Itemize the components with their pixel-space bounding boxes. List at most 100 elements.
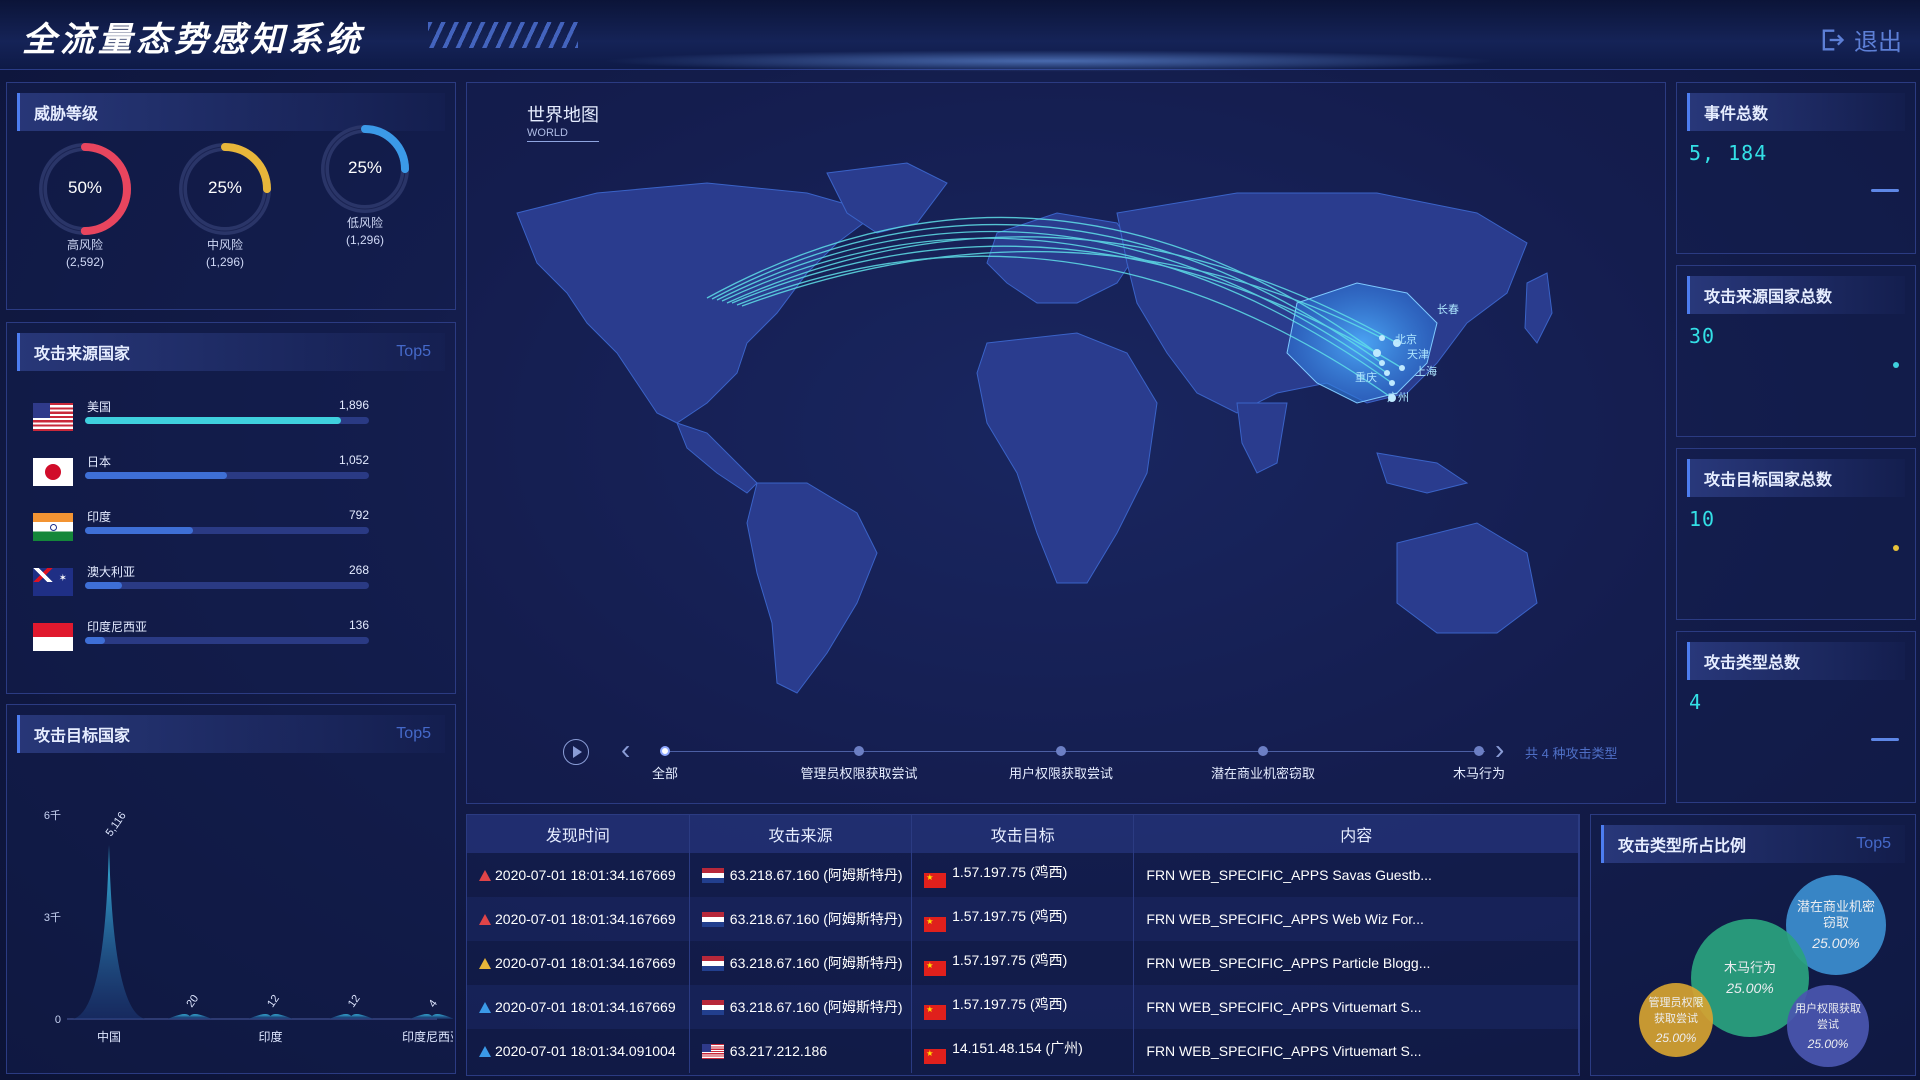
stat-value: 30 — [1689, 324, 1716, 348]
y-tick-label: 3千 — [44, 911, 61, 924]
timeline-label[interactable]: 管理员权限获取尝试 — [794, 765, 924, 782]
country-name: 澳大利亚 — [87, 565, 136, 579]
flag-icon: ✶ — [33, 568, 73, 596]
data-label: 12 — [265, 993, 282, 1010]
timeline-node[interactable] — [1474, 746, 1484, 756]
area-peak[interactable] — [167, 1014, 212, 1019]
target-countries-chart: 0 3千 6千 5,116 中国 20 12 印度 12 4 印度尼西亚 — [44, 809, 453, 1044]
attack-type-bubble[interactable]: 用户权限获取尝试 25.00% — [1787, 985, 1869, 1067]
timeline-label[interactable]: 全部 — [600, 765, 730, 782]
source-flag-icon — [701, 868, 724, 883]
target-flag-icon: ★ — [924, 917, 947, 932]
header-glow — [600, 50, 1500, 72]
timeline-summary: 共 4 种攻击类型 — [1525, 746, 1618, 761]
time-cell: 2020-07-01 18:01:34.167669 — [467, 941, 690, 985]
timeline-node[interactable] — [854, 746, 864, 756]
gauge-label: 高风险 — [66, 238, 103, 252]
category-label: 印度 — [258, 1029, 282, 1044]
flag-icon — [33, 513, 73, 541]
warning-icon — [479, 1046, 491, 1057]
data-label: 12 — [346, 993, 363, 1010]
stat-title: 事件总数 — [1704, 106, 1769, 123]
timeline-prev-button[interactable]: ‹ — [621, 736, 641, 765]
source-flag-icon — [701, 1000, 724, 1015]
y-tick-label: 6千 — [44, 809, 61, 822]
attack-type-ratio-title: 攻击类型所占比例 — [1618, 838, 1747, 855]
table-row[interactable]: 2020-07-01 18:01:34.167669 63.218.67.160… — [467, 941, 1579, 985]
stat-title: 攻击目标国家总数 — [1704, 472, 1833, 489]
play-button[interactable] — [563, 739, 589, 765]
timeline-node[interactable] — [1258, 746, 1268, 756]
source-country-row[interactable]: 印度 792 — [25, 503, 381, 549]
header-bar: 全流量态势感知系统 退出 — [0, 0, 1920, 72]
stat-indicator — [1893, 545, 1899, 551]
world-map[interactable]: 北京天津重庆 上海广州 长春 — [477, 153, 1657, 713]
column-header[interactable]: 攻击目标 — [911, 815, 1135, 853]
header-decoration — [428, 22, 578, 48]
stat-value: 5, 184 — [1689, 141, 1768, 165]
flag-icon — [33, 623, 73, 651]
data-label: 4 — [427, 998, 440, 1010]
area-peak[interactable] — [248, 1014, 293, 1019]
time-cell: 2020-07-01 18:01:34.091004 — [467, 1029, 690, 1073]
bubble-label: 潜在商业机密窃取 — [1796, 899, 1875, 930]
target-top5-label: Top5 — [396, 725, 431, 742]
timeline-next-button[interactable]: › — [1495, 736, 1515, 765]
warning-icon — [479, 958, 491, 969]
attack-type-bubble[interactable]: 管理员权限获取尝试 25.00% — [1639, 983, 1713, 1057]
target-flag-icon: ★ — [924, 873, 947, 888]
column-header[interactable]: 发现时间 — [467, 815, 690, 853]
bubble-percent: 25.00% — [1726, 980, 1774, 996]
city-label: 广州 — [1387, 391, 1409, 404]
table-row[interactable]: 2020-07-01 18:01:34.167669 63.218.67.160… — [467, 897, 1579, 941]
timeline-label[interactable]: 木马行为 — [1414, 765, 1544, 782]
country-bar — [85, 472, 369, 479]
timeline-node[interactable] — [660, 746, 670, 756]
stat-indicator — [1893, 362, 1899, 368]
column-header[interactable]: 攻击来源 — [689, 815, 913, 853]
source-flag-icon — [701, 912, 724, 927]
stat-header: 事件总数 — [1687, 93, 1905, 131]
target-cell: ★ 1.57.197.75 (鸡西) — [911, 941, 1135, 985]
area-peak[interactable] — [410, 1014, 453, 1019]
continents — [516, 162, 1553, 694]
target-flag-icon: ★ — [924, 1049, 947, 1064]
map-title: 世界地图 WORLD — [527, 101, 599, 142]
source-country-row[interactable]: 美国 1,896 — [25, 393, 381, 439]
content-cell: FRN WEB_SPECIFIC_APPS Virtuemart S... — [1133, 1029, 1579, 1073]
stat-panel: 攻击类型总数 4 — [1676, 631, 1916, 803]
timeline-node[interactable] — [1056, 746, 1066, 756]
table-row[interactable]: 2020-07-01 18:01:34.091004 63.217.212.18… — [467, 1029, 1579, 1073]
area-peak[interactable] — [73, 845, 145, 1019]
table-row[interactable]: 2020-07-01 18:01:34.167669 63.218.67.160… — [467, 985, 1579, 1029]
source-country-row[interactable]: 日本 1,052 — [25, 448, 381, 494]
gauge-percent: 25% — [207, 178, 243, 197]
source-country-row[interactable]: ✶ 澳大利亚 268 — [25, 558, 381, 604]
source-countries-panel: 攻击来源国家 Top5 美国 1,896 日本 1,052 印度 792 ✶ 澳… — [6, 322, 456, 694]
country-bar — [85, 582, 369, 589]
threat-gauge: 25% 中风险 (1,296) — [177, 141, 273, 271]
city-label: 上海 — [1415, 364, 1437, 378]
stat-header: 攻击来源国家总数 — [1687, 276, 1905, 314]
bubble-label: 用户权限获取尝试 — [1795, 1003, 1861, 1031]
area-peak[interactable] — [329, 1014, 374, 1019]
source-flag-icon — [701, 1044, 724, 1059]
events-table: 发现时间 攻击来源 攻击目标 内容 2020-07-01 18:01:34.16766… — [467, 815, 1579, 1073]
column-header[interactable]: 内容 — [1133, 815, 1579, 853]
source-cell: 63.218.67.160 (阿姆斯特丹) — [689, 985, 913, 1029]
country-name: 印度 — [87, 510, 112, 524]
time-cell: 2020-07-01 18:01:34.167669 — [467, 897, 690, 941]
source-flag-icon — [701, 956, 724, 971]
source-country-row[interactable]: 印度尼西亚 136 — [25, 613, 381, 659]
logout-button[interactable]: 退出 — [1818, 22, 1902, 57]
y-tick-label: 0 — [55, 1014, 61, 1026]
warning-icon — [479, 870, 491, 881]
target-cell: ★ 1.57.197.75 (鸡西) — [911, 985, 1135, 1029]
target-cell: ★ 14.151.48.154 (广州) — [911, 1029, 1135, 1073]
threat-gauge: 25% 低风险 (1,296) — [319, 123, 411, 249]
table-row[interactable]: 2020-07-01 18:01:34.167669 63.218.67.160… — [467, 853, 1579, 897]
timeline-label[interactable]: 用户权限获取尝试 — [996, 765, 1126, 782]
content-cell: FRN WEB_SPECIFIC_APPS Savas Guestb... — [1133, 853, 1579, 897]
country-name: 印度尼西亚 — [87, 620, 148, 634]
timeline-label[interactable]: 潜在商业机密窃取 — [1198, 765, 1328, 782]
